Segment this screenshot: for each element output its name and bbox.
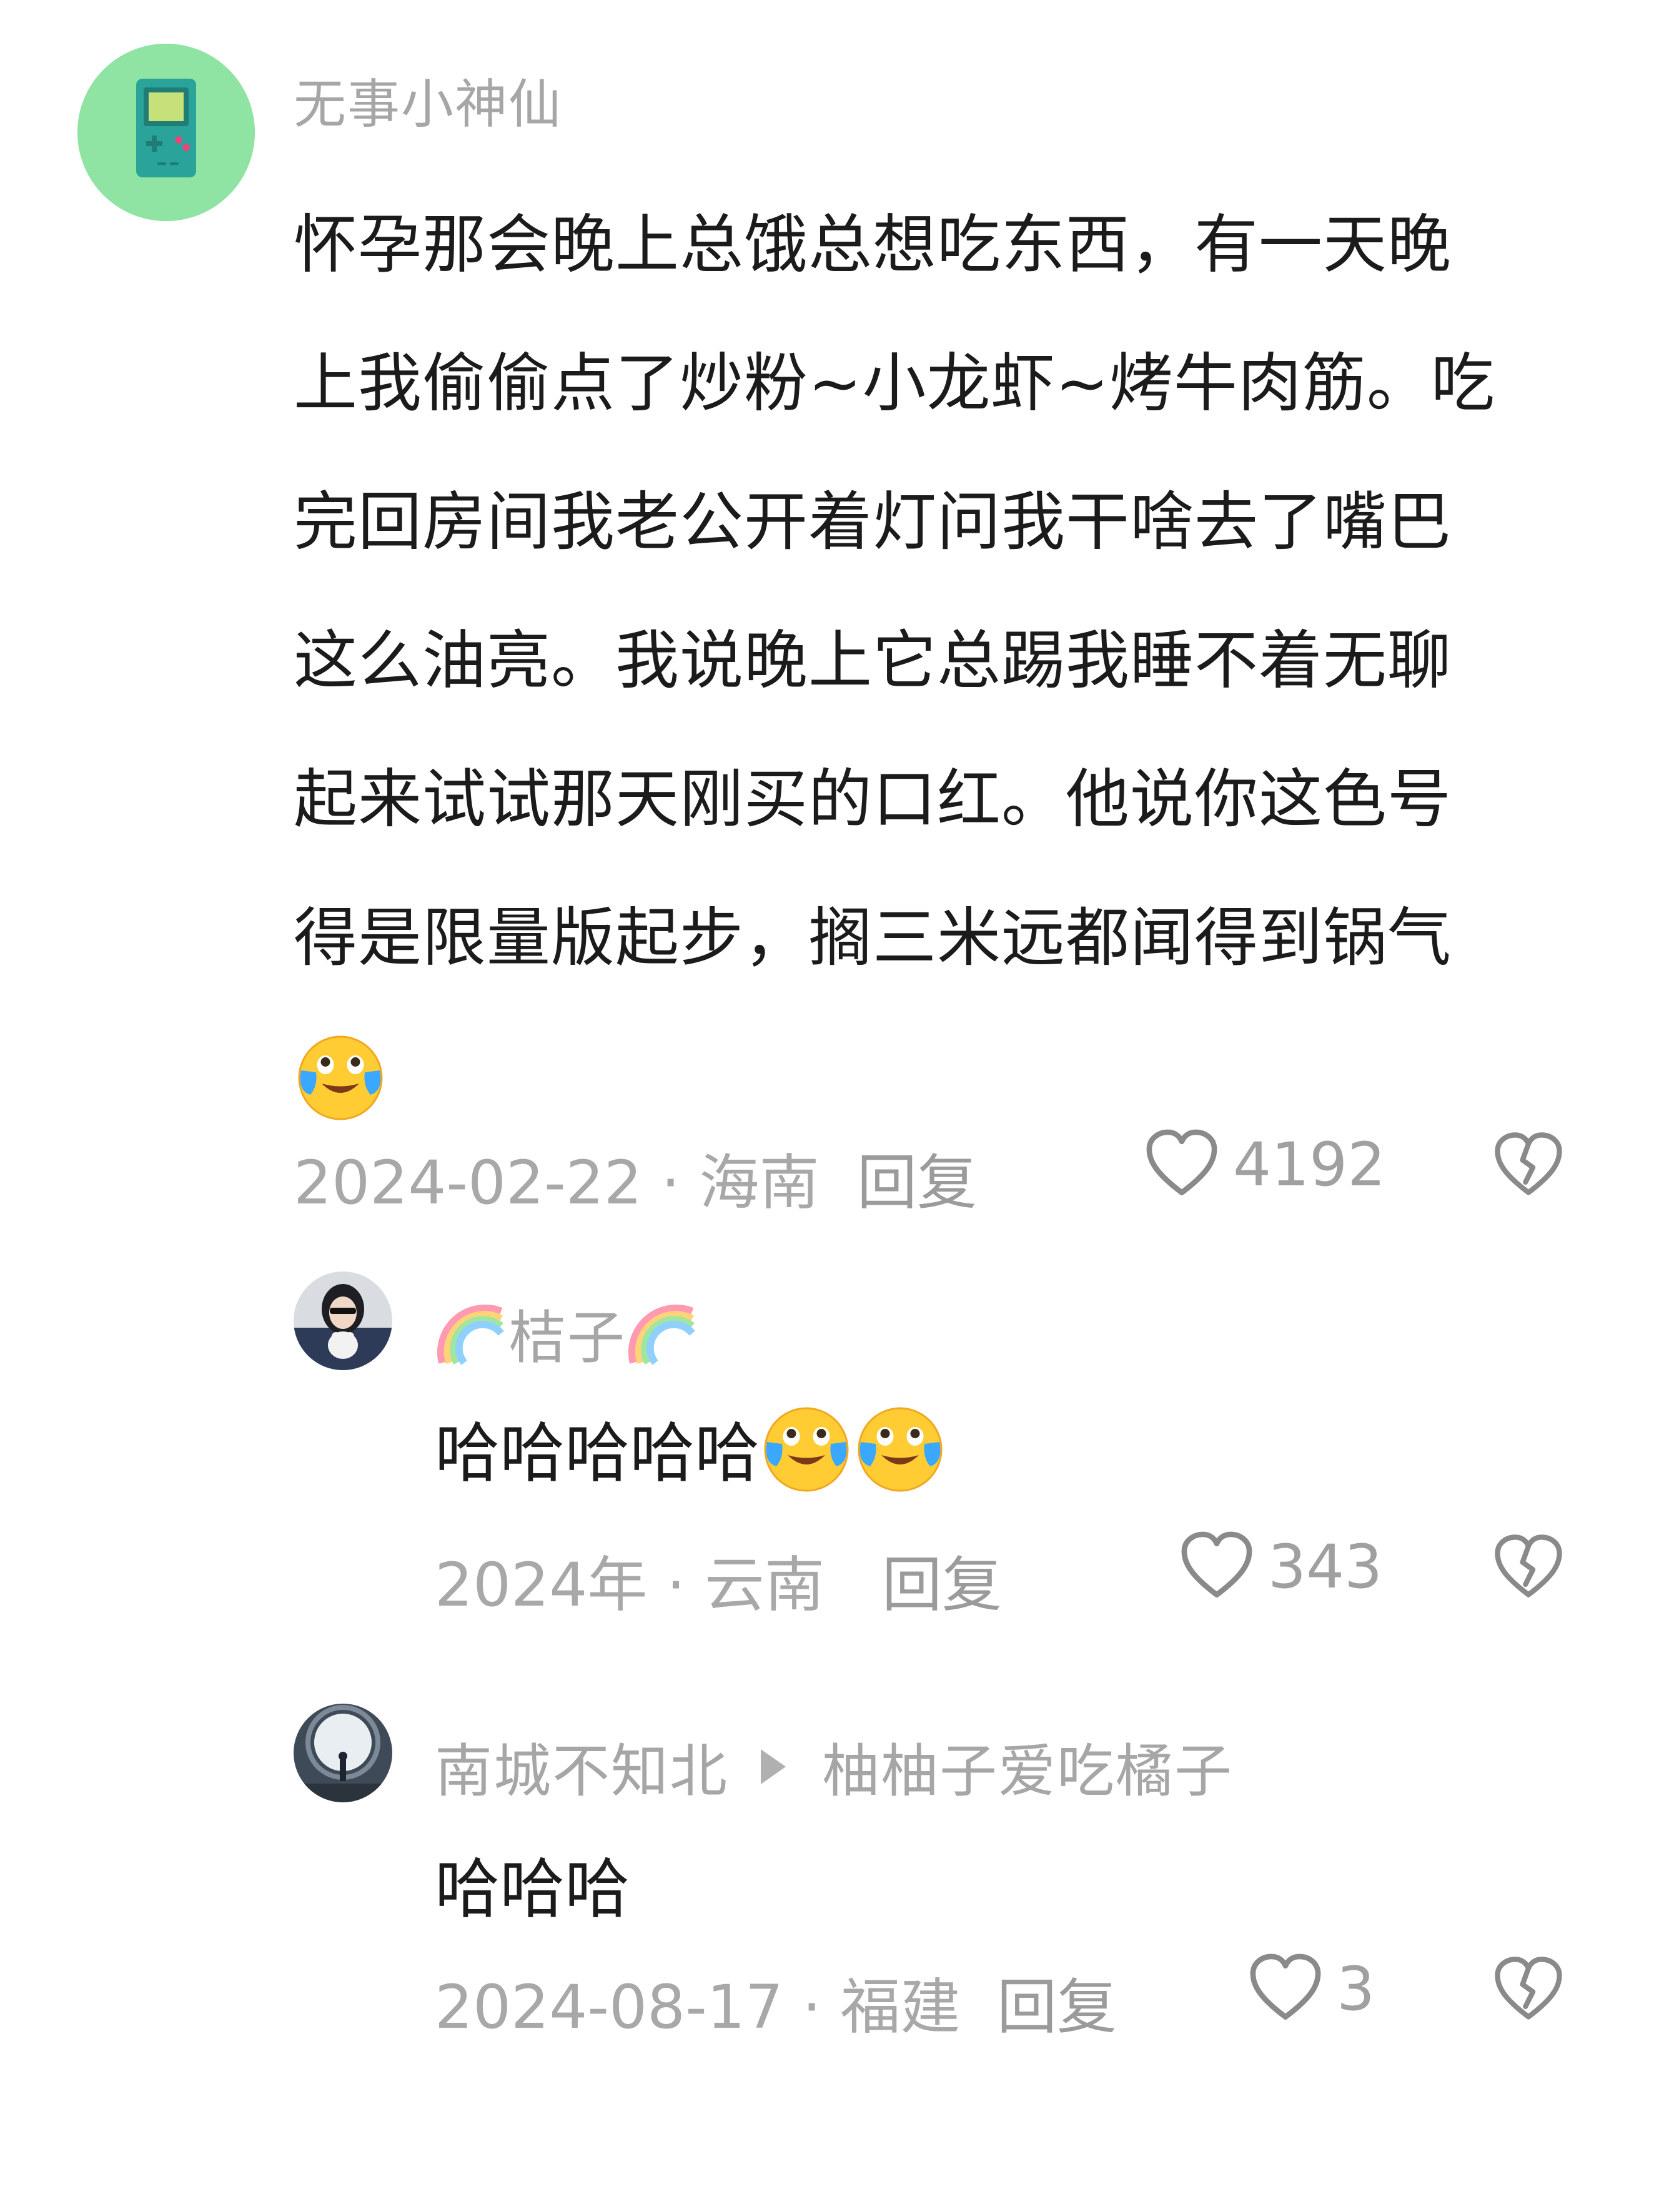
reply-username[interactable]: 桔子: [435, 1291, 700, 1375]
reply-date: 2024年: [435, 1550, 648, 1620]
heart-icon: [1178, 1528, 1255, 1606]
rainbow-icon: [626, 1296, 700, 1370]
gameboy-icon: [77, 44, 255, 221]
reply-item: 桔子 哈哈哈哈哈 2024年 · 云南 回复 343: [0, 1262, 1659, 1661]
comment-line: 起来试试那天刚买的口红。他说你这色号: [294, 763, 1452, 837]
like-count: 343: [1268, 1532, 1383, 1602]
reply-username-text: 桔子: [508, 1305, 626, 1371]
heart-icon: [1247, 1950, 1324, 2028]
comment-item: 无事小神仙 怀孕那会晚上总饿总想吃东西，有一天晚 上我偷偷点了炒粉~小龙虾~烤牛…: [0, 0, 1659, 1224]
comment-text: 怀孕那会晚上总饿总想吃东西，有一天晚 上我偷偷点了炒粉~小龙虾~烤牛肉筋。吃 完…: [294, 176, 1580, 1147]
comment-line: 怀孕那会晚上总饿总想吃东西，有一天晚: [294, 208, 1452, 282]
separator: ·: [641, 1148, 700, 1218]
avatar[interactable]: [294, 1704, 392, 1802]
separator: ·: [647, 1550, 705, 1620]
comment-line: 完回房间我老公开着灯问我干啥去了嘴巴: [294, 485, 1452, 560]
reply-location: 福建: [840, 1972, 961, 2042]
comment-line: 这么油亮。我说晚上它总踢我睡不着无聊: [294, 624, 1452, 698]
like-count: 4192: [1233, 1130, 1386, 1200]
reply-button[interactable]: 回复: [997, 1958, 1117, 2045]
heart-icon: [1143, 1126, 1221, 1203]
like-count: 3: [1337, 1954, 1375, 2024]
crying-laughing-emoji-icon: [294, 1029, 387, 1123]
avatar[interactable]: [77, 44, 255, 221]
reply-username-text[interactable]: 南城不知北: [435, 1725, 728, 1808]
comment-username[interactable]: 无事小神仙: [294, 62, 562, 138]
reply-item: 南城不知北 柚柚子爱吃橘子 哈哈哈 2024-08-17 · 福建 回复 3: [0, 1686, 1659, 2086]
girl-avatar-icon: [294, 1271, 392, 1370]
reply-arrow-icon: [761, 1749, 786, 1784]
reply-button[interactable]: 回复: [882, 1536, 1002, 1623]
reply-text-content: 哈哈哈哈哈: [435, 1415, 760, 1491]
comment-meta: 2024-02-22 · 海南 回复 4192: [294, 1124, 1659, 1218]
like-button[interactable]: 3: [1247, 1948, 1375, 2030]
comment-line: 上我偷偷点了炒粉~小龙虾~烤牛肉筋。吃: [294, 347, 1495, 421]
reply-username: 南城不知北 柚柚子爱吃橘子: [435, 1725, 1233, 1808]
crying-laughing-emoji-icon: [853, 1401, 947, 1494]
reply-meta: 2024年 · 云南 回复 343: [435, 1526, 1659, 1620]
date-location: 2024年 · 云南: [435, 1536, 825, 1623]
reply-text-content: 哈哈哈: [435, 1851, 630, 1927]
reply-text: 哈哈哈哈哈: [435, 1400, 947, 1494]
separator: ·: [783, 1972, 841, 2042]
rainbow-icon: [435, 1296, 508, 1370]
broken-heart-icon[interactable]: [1492, 1129, 1565, 1203]
date-location: 2024-02-22 · 海南: [294, 1134, 819, 1221]
like-button[interactable]: 343: [1178, 1526, 1382, 1607]
reply-to-username[interactable]: 柚柚子爱吃橘子: [822, 1725, 1233, 1808]
reply-location: 云南: [704, 1550, 825, 1620]
reply-meta: 2024-08-17 · 福建 回复 3: [435, 1948, 1659, 2042]
moon-avatar-icon: [294, 1704, 392, 1802]
broken-heart-icon[interactable]: [1492, 1531, 1565, 1605]
like-button[interactable]: 4192: [1143, 1124, 1385, 1205]
broken-heart-icon[interactable]: [1492, 1953, 1565, 2027]
avatar[interactable]: [294, 1271, 392, 1370]
date-location: 2024-08-17 · 福建: [435, 1958, 960, 2045]
reply-button[interactable]: 回复: [857, 1134, 977, 1221]
comment-line: 得是限量版起步，搁三米远都闻得到锅气: [294, 901, 1452, 975]
crying-laughing-emoji-icon: [760, 1401, 853, 1494]
reply-text: 哈哈哈: [435, 1836, 630, 1930]
comment-date: 2024-02-22: [294, 1148, 642, 1218]
reply-date: 2024-08-17: [435, 1972, 783, 2042]
comment-location: 海南: [699, 1148, 820, 1218]
